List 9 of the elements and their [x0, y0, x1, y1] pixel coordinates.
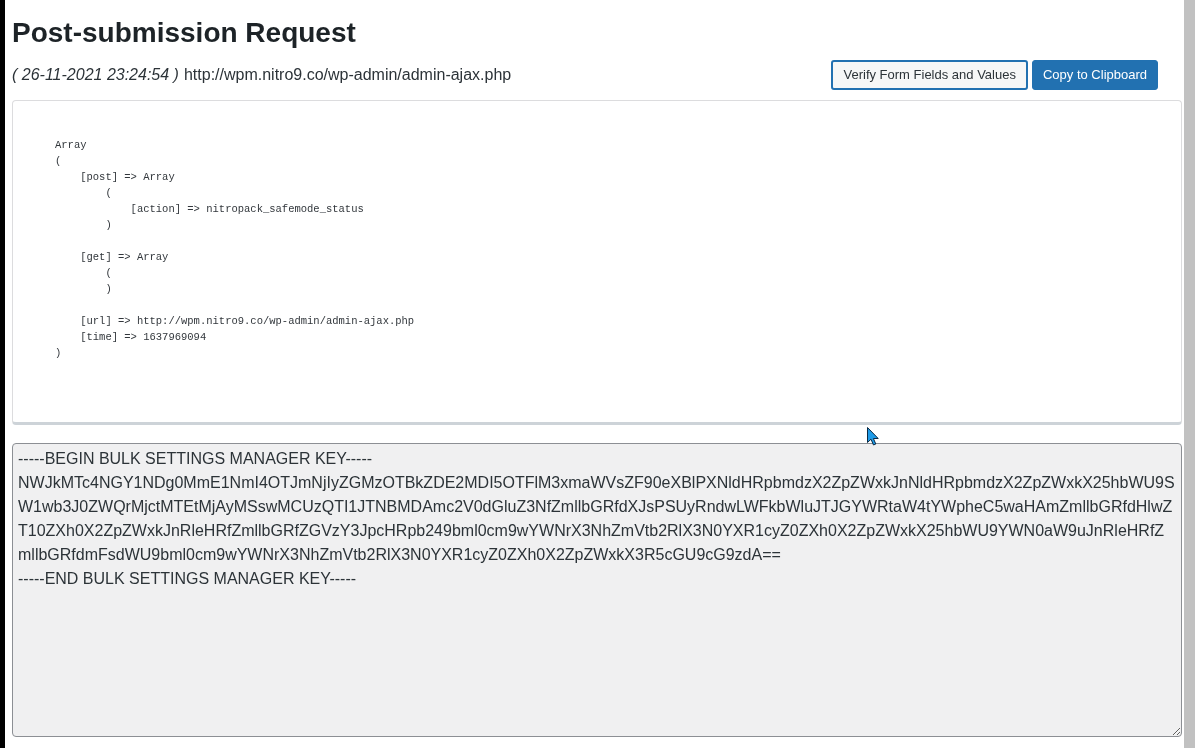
scrollbar[interactable]: [1184, 0, 1195, 748]
mouse-pointer-icon: [867, 427, 879, 446]
request-url: http://wpm.nitro9.co/wp-admin/admin-ajax.php: [183, 65, 512, 85]
page-title: Post-submission Request: [12, 16, 356, 50]
request-dump-text: Array ( [post] => Array ( [action] => nitropack_safemode_status ) [get] => Array ( ) [url] => http://wpm.nitro9.co/wp-admin/admin-ajax.php [time] => 1637969094 ): [55, 138, 415, 361]
copy-button[interactable]: Copy to Clipboard: [1031, 60, 1158, 90]
settings-key-textarea[interactable]: -----BEGIN BULK SETTINGS MANAGER KEY----- NWJkMTc4NGY1NDg0MmE1NmI4OTJmNjIyZGMzOTBkZDE2MDI5OTFlM3xmaWVsZF90eXBlPXNldHRpbmdzX2ZpZWxkJnNldHRpbmdzX2ZpZWxkX25hbWU9SW1wb3J0ZWQrMjctMTEtMjAyMSswMCUzQTI1JTNBMDAmc2V0dGluZ3NfZmllbGRfdXJsPSUyRndwLWFkbWluJTJGYWRtaW4tYWpheC5waHAmZmllbGRfdHlwZT10ZXh0X2ZpZWxkJnRleHRfZmllbGRfZGVzY3JpcHRpb249bml0cm9wYWNrX3NhZmVtb2RlX3N0YXR1cyZ0ZXh0X2ZpZWxkX25hbWU9YWN0aW9uJnRleHRfZmllbGRfdmFsdWU9bml0cm9wYWNrX3NhZmVtb2RlX3N0YXR1cyZ0ZXh0X2ZpZWxkX3R5cGU9cG9zdA== -----END BULK SETTINGS MANAGER KEY-----: [12, 443, 1182, 737]
verify-button[interactable]: Verify Form Fields and Values: [831, 60, 1028, 90]
request-timestamp: ( 26-11-2021 23:24:54 ): [12, 65, 179, 85]
